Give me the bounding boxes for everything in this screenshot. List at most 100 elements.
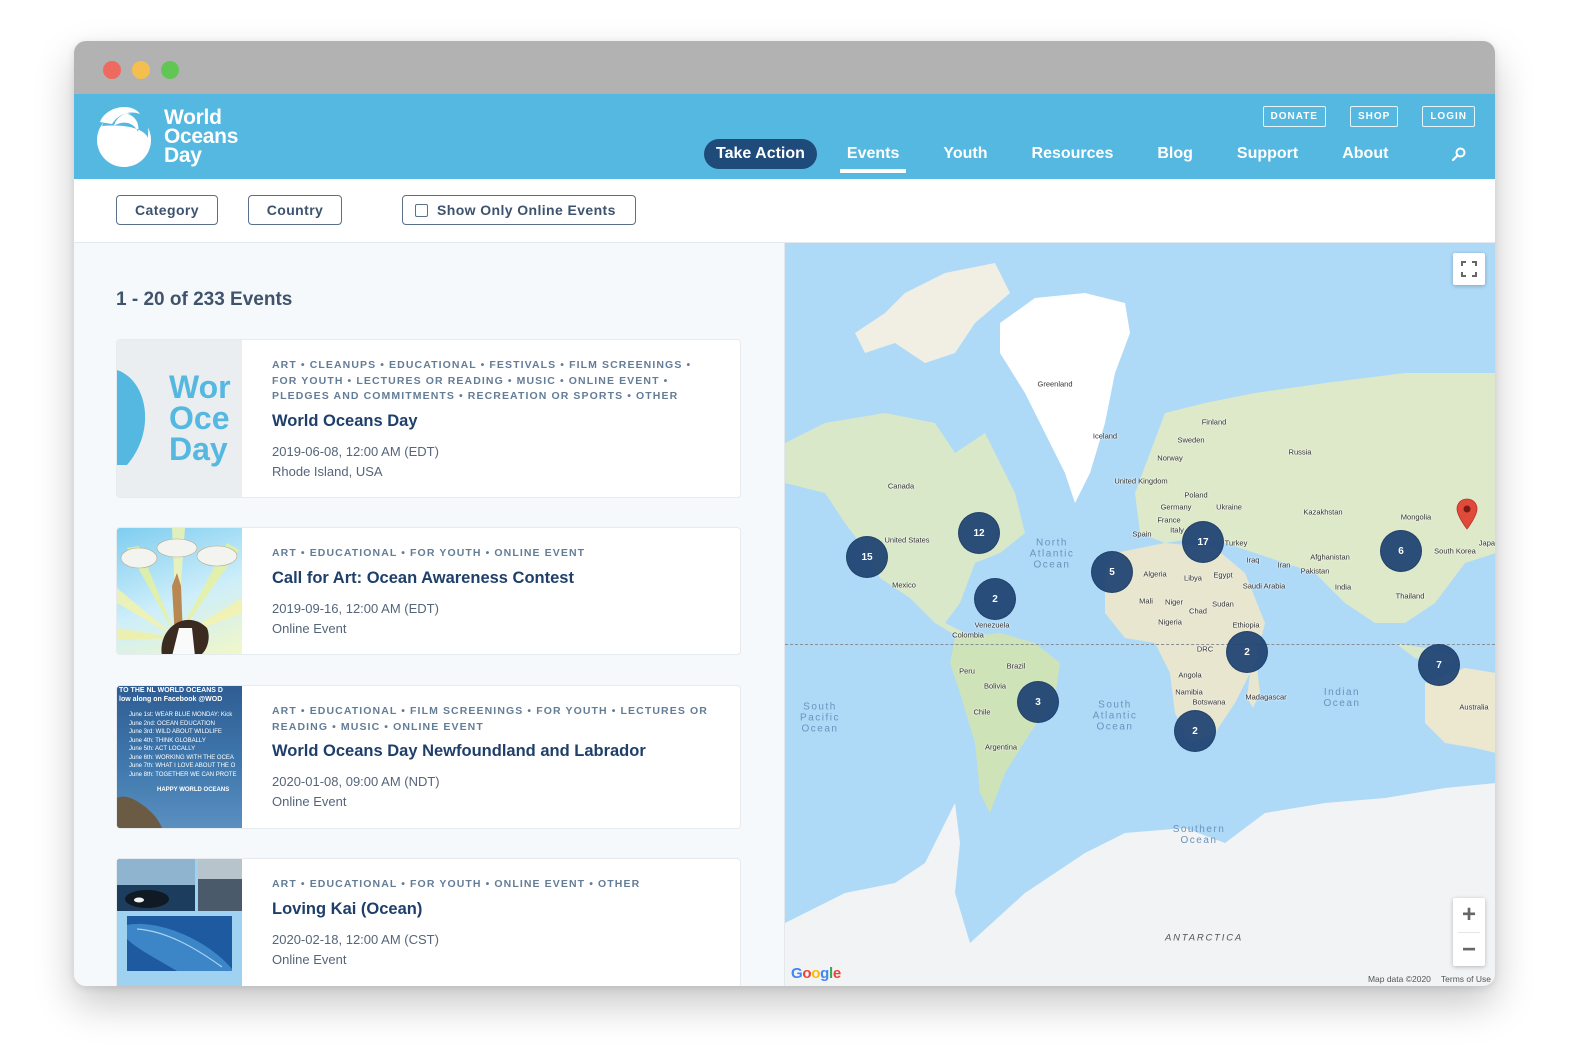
nav-support[interactable]: Support	[1237, 139, 1298, 173]
map-cluster-marker[interactable]: 7	[1418, 644, 1460, 686]
map-country-label: Chile	[973, 707, 991, 717]
map-cluster-marker[interactable]: 15	[846, 536, 888, 578]
shop-button[interactable]: SHOP	[1349, 106, 1399, 127]
category-filter-button[interactable]: Category	[116, 195, 218, 225]
ocean-label-indian: Indian Ocean	[1323, 687, 1361, 709]
event-thumbnail: Wor Oce Day	[117, 340, 242, 497]
map-cluster-marker[interactable]: 2	[1226, 631, 1268, 673]
map-cluster-marker[interactable]: 2	[974, 578, 1016, 620]
event-tags: ART • CLEANUPS • EDUCATIONAL • FESTIVALS…	[272, 359, 692, 402]
art-contest-thumb-icon	[117, 528, 242, 654]
online-only-toggle[interactable]: Show Only Online Events	[402, 195, 636, 225]
event-card[interactable]: TO THE NL WORLD OCEANS D low along on Fa…	[116, 685, 741, 829]
thumb-schedule: TO THE NL WORLD OCEANS D low along on Fa…	[117, 686, 242, 796]
map-country-label: Iran	[1277, 560, 1291, 570]
map-country-label: Thailand	[1395, 591, 1425, 601]
map-cluster-marker[interactable]: 3	[1017, 681, 1059, 723]
site-logo[interactable]: World Oceans Day	[94, 104, 238, 168]
map-cluster-marker[interactable]: 5	[1091, 551, 1133, 593]
zoom-in-button[interactable]: +	[1453, 898, 1485, 932]
thumb-line: June 4th: THINK GLOBALLY	[129, 737, 206, 744]
nav-resources[interactable]: Resources	[1032, 139, 1114, 173]
thumb-line: June 8th: TOGETHER WE CAN PROTE	[129, 771, 237, 778]
whale-collage-thumb-icon	[117, 859, 242, 971]
map-country-label: DRC	[1196, 644, 1214, 654]
greenland-landmass	[1000, 293, 1130, 503]
map-cluster-marker[interactable]: 2	[1174, 710, 1216, 752]
map-country-label: Sudan	[1212, 599, 1234, 609]
ocean-label-north-atlantic: North Atlantic Ocean	[1029, 537, 1075, 571]
event-card[interactable]: spiring Stories, Poems, Images & A ART •…	[116, 858, 741, 986]
thumb-line: TO THE NL WORLD OCEANS D	[119, 687, 223, 694]
event-title[interactable]: World Oceans Day Newfoundland and Labrad…	[272, 741, 720, 761]
map-country-label: Pakistan	[1300, 566, 1330, 576]
event-tags: ART • EDUCATIONAL • FILM SCREENINGS • FO…	[272, 705, 708, 733]
event-thumbnail	[117, 528, 242, 654]
map-cluster-marker[interactable]: 6	[1380, 530, 1422, 572]
antarctica-label: ANTARCTICA	[1165, 932, 1243, 944]
terms-of-use-link[interactable]: Terms of Use	[1441, 974, 1491, 984]
country-filter-button[interactable]: Country	[248, 195, 342, 225]
close-window-button[interactable]	[103, 61, 121, 79]
logo-line-oceans: Oceans	[164, 124, 239, 148]
event-card[interactable]: ART • EDUCATIONAL • FOR YOUTH • ONLINE E…	[116, 527, 741, 655]
donate-button[interactable]: DONATE	[1262, 106, 1326, 127]
map-country-label: Russia	[1288, 447, 1312, 457]
map-country-label: Turkey	[1224, 538, 1248, 548]
results-count: 1 - 20 of 233 Events	[116, 289, 293, 310]
map-country-label: Mali	[1139, 596, 1153, 606]
map-country-label: Botswana	[1192, 697, 1226, 707]
map-pin-icon[interactable]	[1456, 498, 1478, 530]
map-country-label: Germany	[1160, 502, 1192, 512]
google-logo[interactable]: Google	[791, 965, 841, 982]
maximize-window-button[interactable]	[161, 61, 179, 79]
map-cluster-marker[interactable]: 17	[1182, 521, 1224, 563]
thumb-line: Oce	[169, 400, 230, 436]
map-country-label: Nigeria	[1158, 617, 1182, 627]
ocean-label-south-pacific: South Pacific Ocean	[800, 701, 840, 735]
rock-icon	[117, 796, 162, 828]
nav-about[interactable]: About	[1342, 139, 1388, 173]
nav-take-action[interactable]: Take Action	[704, 139, 817, 169]
map-country-label: United States	[884, 535, 930, 545]
map-country-label: Venezuela	[974, 620, 1010, 630]
thumb-line: June 1st: WEAR BLUE MONDAY: Kick	[129, 712, 233, 718]
map-country-label: Japan	[1478, 538, 1495, 548]
site-header: World Oceans Day DONATE SHOP LOGIN Take …	[74, 94, 1495, 179]
map-country-label: Niger	[1165, 597, 1183, 607]
map-country-label: Bolivia	[983, 681, 1007, 691]
map-country-label: Canada	[887, 481, 915, 491]
online-only-checkbox[interactable]	[415, 203, 428, 217]
map-cluster-marker[interactable]: 12	[958, 512, 1000, 554]
event-title[interactable]: Call for Art: Ocean Awareness Contest	[272, 568, 720, 588]
map-country-label: Brazil	[1006, 661, 1026, 671]
map-country-label: Afghanistan	[1310, 552, 1350, 562]
zoom-out-button[interactable]: −	[1453, 933, 1485, 967]
ocean-label-southern: Southern Ocean	[1172, 824, 1226, 846]
event-title[interactable]: World Oceans Day	[272, 411, 720, 431]
events-map[interactable]: Greenland Iceland Canada United States Mexic…	[784, 243, 1495, 986]
event-location: Online Event	[272, 620, 347, 636]
map-country-label: Greenland	[1037, 379, 1073, 389]
map-country-label: Iraq	[1246, 555, 1260, 565]
login-button[interactable]: LOGIN	[1422, 106, 1475, 127]
search-icon[interactable]	[1451, 146, 1467, 162]
event-date: 2020-02-18, 12:00 AM (CST)	[272, 931, 439, 947]
map-country-label: Mexico	[892, 580, 916, 590]
fullscreen-button[interactable]	[1453, 253, 1485, 285]
minimize-window-button[interactable]	[132, 61, 150, 79]
browser-window: World Oceans Day DONATE SHOP LOGIN Take …	[74, 41, 1495, 986]
nav-events[interactable]: Events	[839, 139, 907, 173]
nav-blog[interactable]: Blog	[1157, 139, 1193, 173]
thumb-line: June 7th: WHAT I LOVE ABOUT THE O	[129, 763, 236, 769]
event-list-pane[interactable]: 1 - 20 of 233 Events Wor Oce Day ART • C…	[74, 243, 784, 986]
event-card[interactable]: Wor Oce Day ART • CLEANUPS • EDUCATIONAL…	[116, 339, 741, 498]
event-title[interactable]: Loving Kai (Ocean)	[272, 899, 720, 919]
map-country-label: Saudi Arabia	[1242, 581, 1286, 591]
nav-youth[interactable]: Youth	[943, 139, 987, 173]
map-country-label: Colombia	[952, 630, 984, 640]
zoom-control: + −	[1453, 898, 1485, 966]
utility-nav: DONATE SHOP LOGIN	[1262, 106, 1475, 127]
map-country-label: Finland	[1201, 417, 1227, 427]
event-body: ART • EDUCATIONAL • FILM SCREENINGS • FO…	[242, 686, 740, 828]
